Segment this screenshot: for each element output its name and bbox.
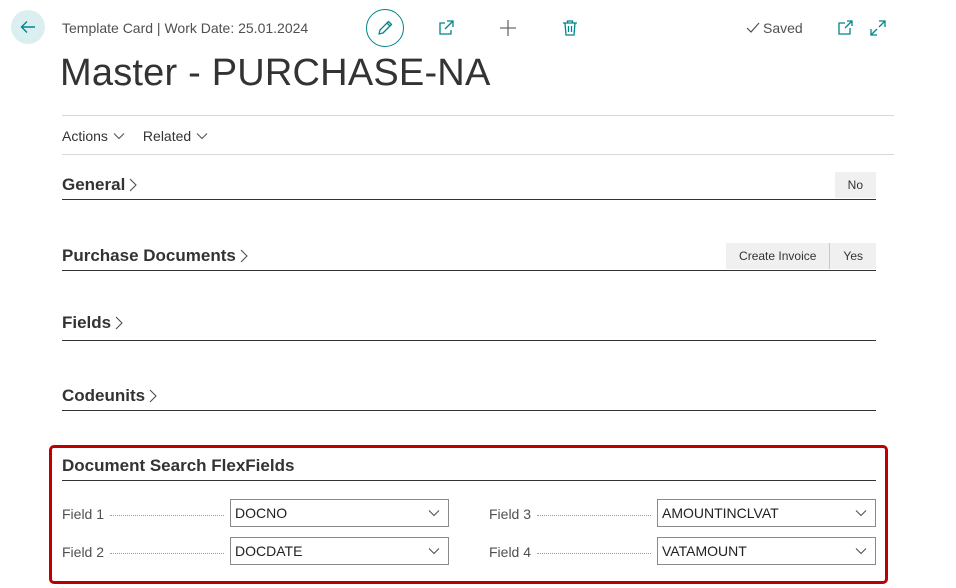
field2-value: DOCDATE: [235, 543, 303, 559]
edit-button[interactable]: [366, 9, 404, 47]
field-leader-dots: [110, 553, 224, 554]
chevron-down-icon: [847, 538, 875, 564]
section-purchase-documents: Purchase Documents Create Invoice Yes: [62, 241, 876, 271]
share-icon: [439, 20, 454, 35]
delete-button[interactable]: [559, 17, 581, 39]
share-button[interactable]: [435, 17, 457, 39]
field4-label: Field 4: [489, 544, 532, 560]
create-invoice-pill[interactable]: Create Invoice: [726, 243, 830, 269]
actions-label: Actions: [62, 128, 108, 144]
field2-label: Field 2: [62, 544, 105, 560]
expand-button[interactable]: [867, 17, 889, 39]
plus-icon: [500, 20, 516, 36]
section-general-title: General: [62, 175, 126, 194]
back-button[interactable]: [11, 10, 45, 44]
page-title: Master - PURCHASE-NA: [60, 52, 491, 94]
chevron-right-icon: [149, 389, 157, 403]
field4-select[interactable]: VATAMOUNT: [657, 537, 876, 565]
chevron-down-icon: [420, 500, 448, 526]
field-leader-dots: [537, 515, 651, 516]
expand-icon: [870, 20, 886, 36]
trash-icon: [563, 20, 577, 36]
field4-value: VATAMOUNT: [662, 543, 747, 559]
section-codeunits: Codeunits: [62, 382, 876, 411]
purchase-documents-summary: Create Invoice Yes: [726, 243, 876, 269]
action-bar: Actions Related: [62, 128, 208, 144]
general-pill-no[interactable]: No: [834, 172, 876, 198]
chevron-down-icon: [196, 133, 208, 140]
saved-label: Saved: [763, 20, 803, 36]
divider: [62, 115, 894, 116]
section-fields: Fields: [62, 310, 876, 341]
field2-select[interactable]: DOCDATE: [230, 537, 449, 565]
actions-menu[interactable]: Actions: [62, 128, 125, 144]
field-leader-dots: [110, 515, 224, 516]
divider: [62, 480, 876, 481]
section-purchase-documents-title: Purchase Documents: [62, 246, 236, 265]
chevron-right-icon: [115, 316, 123, 330]
divider: [62, 154, 894, 155]
purchase-documents-pill-yes[interactable]: Yes: [829, 243, 876, 269]
general-summary: No: [834, 172, 876, 198]
field1-select[interactable]: DOCNO: [230, 499, 449, 527]
field1-value: DOCNO: [235, 505, 288, 521]
chevron-down-icon: [420, 538, 448, 564]
section-fields-header[interactable]: Fields: [62, 313, 124, 333]
open-new-window-icon: [838, 20, 853, 35]
section-flexfields-title: Document Search FlexFields: [62, 456, 295, 475]
field-leader-dots: [537, 553, 651, 554]
field3-value: AMOUNTINCLVAT: [662, 505, 779, 521]
page-caption: Template Card | Work Date: 25.01.2024: [62, 20, 309, 36]
section-codeunits-header[interactable]: Codeunits: [62, 386, 158, 406]
related-label: Related: [142, 128, 192, 144]
checkmark-icon: [746, 22, 760, 33]
chevron-down-icon: [847, 500, 875, 526]
field1-label: Field 1: [62, 506, 105, 522]
chevron-down-icon: [113, 133, 125, 140]
section-codeunits-title: Codeunits: [62, 386, 146, 405]
new-button[interactable]: [497, 17, 519, 39]
section-fields-title: Fields: [62, 313, 112, 332]
section-general-header[interactable]: General: [62, 175, 138, 195]
saved-status: Saved: [746, 20, 803, 36]
related-menu[interactable]: Related: [143, 128, 208, 144]
open-new-window-button[interactable]: [834, 17, 856, 39]
field3-label: Field 3: [489, 506, 532, 522]
pencil-icon: [378, 20, 393, 35]
chevron-right-icon: [240, 249, 248, 263]
section-general: General No: [62, 170, 876, 200]
section-purchase-documents-header[interactable]: Purchase Documents: [62, 246, 249, 266]
back-arrow-icon: [20, 21, 35, 33]
chevron-right-icon: [129, 178, 138, 192]
field3-select[interactable]: AMOUNTINCLVAT: [657, 499, 876, 527]
